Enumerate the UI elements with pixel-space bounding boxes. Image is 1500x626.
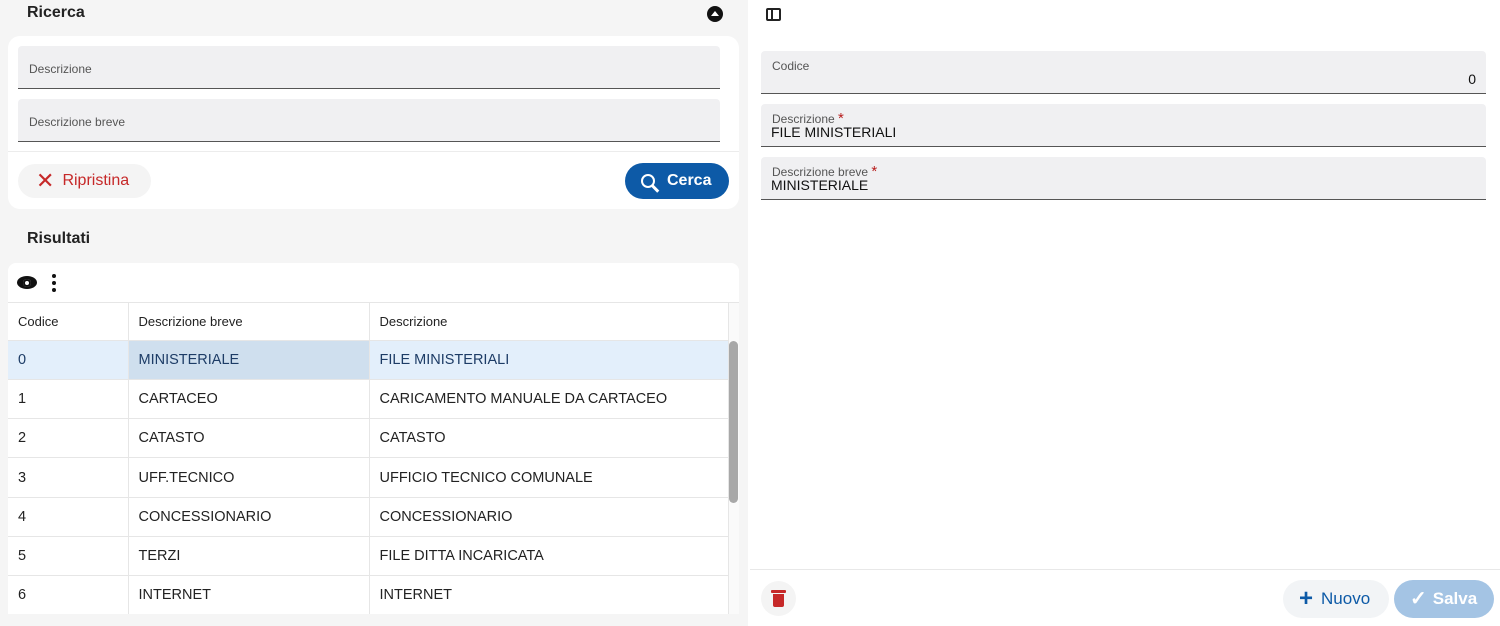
table-row[interactable]: 3 UFF.TECNICO UFFICIO TECNICO COMUNALE [8, 457, 729, 498]
side-panel-icon[interactable] [766, 8, 781, 21]
results-table: Codice Descrizione breve Descrizione 0 M… [8, 303, 729, 614]
results-section-title: Risultati [27, 230, 91, 247]
descrizione-breve-search-input[interactable]: Descrizione breve [18, 99, 720, 142]
required-mark: * [871, 163, 878, 180]
search-section-title: Ricerca [27, 4, 85, 21]
save-button-label: Salva [1432, 589, 1478, 608]
reset-button-label: Ripristina [62, 172, 130, 189]
results-grid: Codice Descrizione breve Descrizione 0 M… [8, 263, 739, 614]
table-row[interactable]: 1 CARTACEO CARICAMENTO MANUALE DA CARTAC… [8, 379, 729, 420]
search-button[interactable]: Cerca [625, 163, 729, 199]
column-header-descrizione[interactable]: Descrizione [369, 303, 729, 341]
cell-descrizione[interactable]: CATASTO [369, 418, 729, 459]
cell-descrizione-breve[interactable]: UFF.TECNICO [128, 457, 370, 498]
new-button[interactable]: + Nuovo [1283, 580, 1389, 618]
delete-icon [771, 590, 786, 607]
column-header-codice[interactable]: Codice [8, 303, 129, 341]
scrollbar-thumb[interactable] [729, 341, 738, 503]
descrizione-breve-search-label: Descrizione breve [29, 115, 126, 129]
more-vert-icon[interactable] [52, 274, 56, 292]
codice-field-value: 0 [1468, 71, 1476, 87]
reset-button[interactable]: ✕ Ripristina [18, 164, 151, 198]
plus-icon: + [1299, 585, 1314, 612]
table-header-row: Codice Descrizione breve Descrizione [8, 303, 729, 341]
close-icon: ✕ [36, 168, 55, 193]
cell-descrizione-breve[interactable]: MINISTERIALE [128, 340, 370, 380]
cell-descrizione[interactable]: UFFICIO TECNICO COMUNALE [369, 457, 729, 498]
cell-descrizione[interactable]: FILE MINISTERIALI [369, 340, 729, 380]
cell-codice[interactable]: 3 [8, 457, 129, 498]
table-row[interactable]: 4 CONCESSIONARIO CONCESSIONARIO [8, 497, 729, 537]
footer-divider [750, 569, 1500, 570]
save-button[interactable]: ✓ Salva [1394, 580, 1494, 618]
detail-panel: Codice 0 Descrizione * FILE MINISTERIALI… [750, 0, 1500, 626]
cell-descrizione[interactable]: INTERNET [369, 575, 729, 614]
table-row[interactable]: 2 CATASTO CATASTO [8, 418, 729, 459]
cell-codice[interactable]: 0 [8, 340, 129, 380]
codice-field[interactable]: Codice 0 [761, 51, 1486, 94]
collapse-icon[interactable] [707, 6, 723, 22]
search-button-label: Cerca [667, 172, 712, 189]
descrizione-search-input[interactable]: Descrizione [18, 46, 720, 89]
check-icon: ✓ [1410, 588, 1427, 610]
cell-descrizione-breve[interactable]: CONCESSIONARIO [128, 497, 370, 537]
table-row[interactable]: 6 INTERNET INTERNET [8, 575, 729, 614]
cell-descrizione-breve[interactable]: INTERNET [128, 575, 370, 614]
search-panel: Ricerca Descrizione Descrizione breve ✕ … [0, 0, 748, 626]
descrizione-field-value: FILE MINISTERIALI [771, 124, 897, 140]
cell-descrizione-breve[interactable]: CATASTO [128, 418, 370, 459]
cell-descrizione-breve[interactable]: TERZI [128, 536, 370, 577]
codice-field-label: Codice [772, 59, 810, 73]
card-divider [8, 151, 739, 152]
new-button-label: Nuovo [1321, 589, 1371, 608]
descrizione-breve-field[interactable]: Descrizione breve * MINISTERIALE [761, 157, 1486, 200]
descrizione-breve-field-value: MINISTERIALE [771, 177, 869, 193]
cell-descrizione[interactable]: FILE DITTA INCARICATA [369, 536, 729, 577]
table-row[interactable]: 5 TERZI FILE DITTA INCARICATA [8, 536, 729, 577]
delete-button[interactable] [761, 581, 796, 616]
cell-descrizione[interactable]: CARICAMENTO MANUALE DA CARTACEO [369, 379, 729, 420]
column-header-descrizione-breve[interactable]: Descrizione breve [128, 303, 370, 341]
cell-descrizione[interactable]: CONCESSIONARIO [369, 497, 729, 537]
eye-icon[interactable] [17, 276, 37, 289]
grid-toolbar [8, 263, 739, 303]
cell-codice[interactable]: 1 [8, 379, 129, 420]
cell-codice[interactable]: 2 [8, 418, 129, 459]
descrizione-field[interactable]: Descrizione * FILE MINISTERIALI [761, 104, 1486, 147]
cell-codice[interactable]: 4 [8, 497, 129, 537]
search-card: Descrizione Descrizione breve ✕ Ripristi… [8, 36, 739, 209]
descrizione-search-label: Descrizione [29, 62, 92, 76]
cell-codice[interactable]: 5 [8, 536, 129, 577]
table-row[interactable]: 0 MINISTERIALE FILE MINISTERIALI [8, 340, 729, 380]
search-icon [641, 174, 655, 188]
cell-descrizione-breve[interactable]: CARTACEO [128, 379, 370, 420]
cell-codice[interactable]: 6 [8, 575, 129, 614]
